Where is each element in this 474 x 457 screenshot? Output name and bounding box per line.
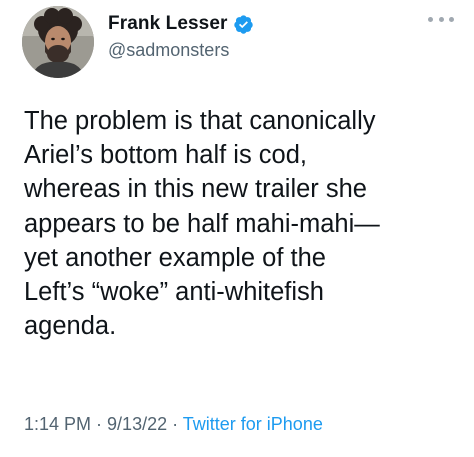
tweet-date[interactable]: 9/13/22 <box>107 414 167 434</box>
tweet-text-line: appears to be half mahi-mahi— <box>24 209 380 238</box>
tweet-text-line: Ariel’s bottom half is cod, <box>24 141 307 170</box>
tweet-source-link[interactable]: Twitter for iPhone <box>183 414 323 434</box>
display-name[interactable]: Frank Lesser <box>108 13 228 35</box>
verified-badge-icon <box>233 14 254 35</box>
separator: · <box>91 414 108 434</box>
tweet-metadata: 1:14 PM · 9/13/22 · Twitter for iPhone <box>24 414 323 435</box>
tweet-text-line: whereas in this new trailer she <box>24 175 367 204</box>
name-row: Frank Lesser <box>108 11 254 37</box>
tweet-text-line: Left’s “woke” anti-whitefish <box>24 278 324 307</box>
separator: · <box>167 414 183 434</box>
user-handle[interactable]: @sadmonsters <box>108 40 229 61</box>
tweet-text: The problem is that canonically Ariel’s … <box>24 104 464 343</box>
profile-photo-icon <box>22 6 94 78</box>
tweet-card: Frank Lesser @sadmonsters The problem is… <box>0 0 474 457</box>
avatar[interactable] <box>22 6 94 78</box>
tweet-time[interactable]: 1:14 PM <box>24 414 91 434</box>
more-options-icon[interactable] <box>428 10 454 28</box>
tweet-text-line: The problem is that canonically <box>24 107 376 135</box>
tweet-text-line: agenda. <box>24 312 117 341</box>
tweet-text-line: yet another example of the <box>24 243 326 272</box>
